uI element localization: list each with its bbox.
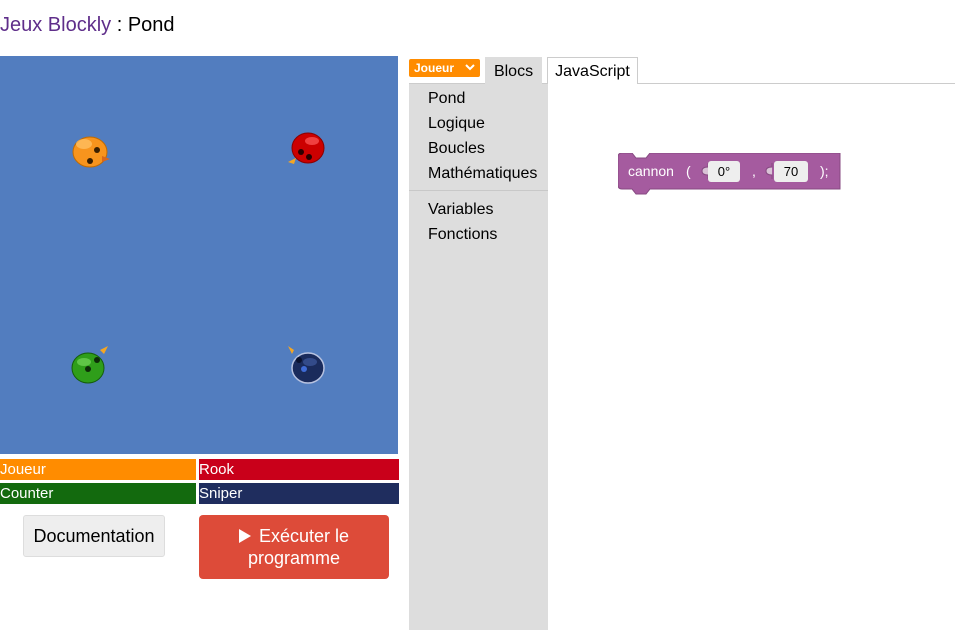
counter-duck-icon	[71, 346, 108, 384]
run-program-button[interactable]: Exécuter le programme	[199, 515, 389, 579]
input-notch-icon	[765, 163, 773, 179]
toolbox-math[interactable]: Mathématiques	[428, 165, 537, 183]
documentation-button[interactable]: Documentation	[23, 515, 165, 557]
joueur-duck-icon	[72, 136, 110, 168]
toolbox-variables[interactable]: Variables	[428, 201, 494, 219]
run-label-1: Exécuter le	[258, 526, 350, 546]
player-select-value: Joueur	[414, 61, 455, 75]
sniper-duck-icon	[288, 346, 325, 384]
run-button-line2: programme	[247, 548, 341, 568]
legend-joueur: Joueur	[0, 459, 196, 480]
toolbox: Pond Logique Boucles Mathématiques Varia…	[409, 84, 548, 630]
legend-sniper: Sniper	[199, 483, 399, 504]
player-select[interactable]: Joueur	[409, 59, 480, 77]
pond-arena	[0, 56, 398, 454]
angle-input[interactable]: 0°	[708, 161, 740, 182]
rook-duck-icon	[288, 132, 325, 164]
tab-javascript[interactable]: JavaScript	[547, 57, 638, 84]
tab-blocks[interactable]: Blocs	[485, 57, 542, 84]
cannon-close-paren: );	[820, 163, 829, 179]
legend-counter: Counter	[0, 483, 196, 504]
toolbox-loops[interactable]: Boucles	[428, 140, 485, 158]
cannon-comma: ,	[752, 163, 756, 179]
app-title-link[interactable]: Jeux Blockly	[0, 14, 111, 36]
level-name: Pond	[127, 14, 175, 36]
legend-rook: Rook	[199, 459, 399, 480]
chevron-down-icon	[465, 64, 475, 71]
range-input[interactable]: 70	[774, 161, 808, 182]
play-icon	[238, 529, 251, 543]
page-title: Jeux Blockly : Pond	[0, 14, 175, 37]
title-separator: :	[111, 14, 128, 36]
cannon-open-paren: (	[686, 163, 691, 179]
toolbox-pond[interactable]: Pond	[428, 90, 465, 108]
toolbox-separator	[409, 190, 548, 191]
toolbox-functions[interactable]: Fonctions	[428, 226, 497, 244]
toolbox-logic[interactable]: Logique	[428, 115, 485, 133]
cannon-block-label: cannon	[628, 163, 674, 179]
run-button-line1: Exécuter le	[238, 525, 350, 547]
